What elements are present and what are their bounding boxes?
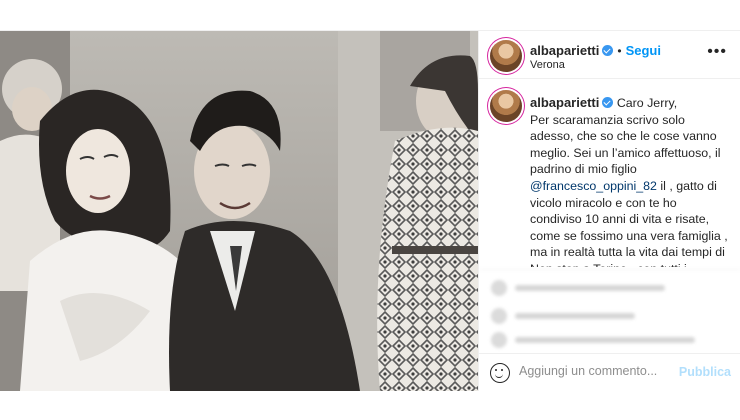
bw-wedding-photo <box>0 31 478 391</box>
location-link[interactable]: Verona <box>530 59 565 71</box>
blurred-comments-area <box>479 269 740 353</box>
comment-input[interactable] <box>519 364 679 378</box>
verified-badge-icon <box>602 97 614 108</box>
separator-dot: • <box>617 44 622 58</box>
caption-avatar[interactable] <box>490 90 522 122</box>
publish-button[interactable]: Pubblica <box>679 365 731 379</box>
header-user-line: albaparietti • Segui <box>530 42 661 60</box>
instagram-post-dialog: albaparietti • Segui Verona ••• albapariet… <box>0 30 740 391</box>
more-options-icon[interactable]: ••• <box>707 44 727 60</box>
avatar[interactable] <box>490 40 522 72</box>
caption-username-link[interactable]: albaparietti <box>530 95 599 110</box>
emoji-icon[interactable] <box>490 363 510 383</box>
add-comment-bar: Pubblica <box>479 353 740 391</box>
mention-link[interactable]: @francesco_oppini_82 <box>530 179 657 193</box>
post-photo[interactable] <box>0 31 478 391</box>
post-caption: albaparietti Caro Jerry, Per scaramanzia… <box>530 95 730 267</box>
follow-button[interactable]: Segui <box>626 43 661 58</box>
post-side-panel: albaparietti • Segui Verona ••• albapariet… <box>478 31 740 391</box>
post-header: albaparietti • Segui Verona ••• <box>479 31 740 79</box>
verified-badge-icon <box>602 45 614 56</box>
username-link[interactable]: albaparietti <box>530 43 599 58</box>
